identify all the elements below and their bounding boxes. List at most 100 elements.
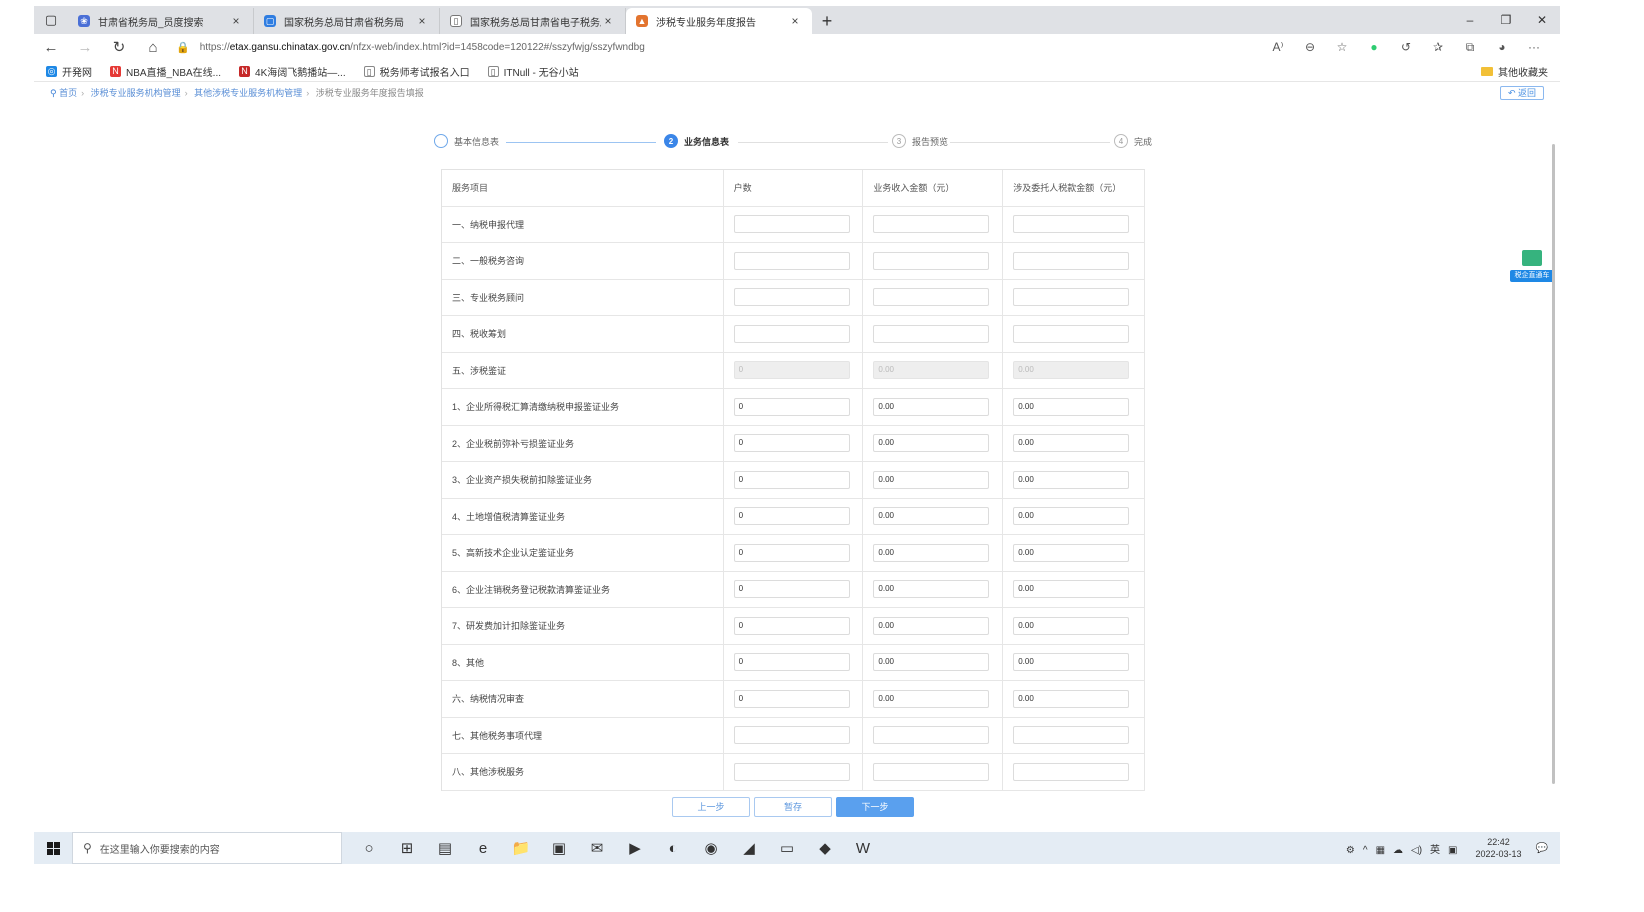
households-input[interactable]: 0 [733,616,850,635]
taskbar-app-icon[interactable]: ◐ [654,832,692,864]
breadcrumb-home[interactable]: 首页 [59,88,77,98]
taskbar-search[interactable]: ⚲ 在这里输入你要搜索的内容 [72,832,342,864]
revenue-input[interactable] [873,215,990,234]
close-icon[interactable]: × [601,14,615,28]
tray-icon[interactable]: ⚙ [1346,845,1355,856]
tax-amount-input[interactable]: 0.00 [1013,543,1130,562]
taskbar-app-icon[interactable]: e [464,832,502,864]
households-input[interactable] [733,251,850,270]
bookmark-1[interactable]: ◎ 开発网 [46,64,92,79]
restore-button[interactable]: ❐ [1488,6,1524,34]
households-input[interactable]: 0 [733,580,850,599]
tray-icon[interactable]: 英 [1430,845,1440,856]
more-icon[interactable]: ··· [1518,40,1550,54]
revenue-input[interactable] [873,288,990,307]
bookmark-4[interactable]: ▯ 税务师考试报名入口 [363,64,470,79]
read-aloud-icon[interactable]: A⁾ [1262,40,1294,54]
tray-icon[interactable]: ^ [1363,845,1368,856]
tab-1[interactable]: ❀ 甘肃省税务局_员度搜索 × [68,8,254,34]
revenue-input[interactable] [873,324,990,343]
tray-icon[interactable]: ☁ [1393,845,1403,856]
tax-amount-input[interactable]: 0.00 [1013,653,1130,672]
households-input[interactable] [733,215,850,234]
tax-amount-input[interactable]: 0.00 [1013,580,1130,599]
taskbar-app-icon[interactable]: ▤ [426,832,464,864]
taskbar-app-icon[interactable]: ▣ [540,832,578,864]
tab-2[interactable]: ▢ 国家税务总局甘肃省税务局 × [254,8,440,34]
tray-icon[interactable]: ▣ [1448,845,1457,856]
households-input[interactable]: 0 [733,653,850,672]
revenue-input[interactable]: 0.00 [873,434,990,453]
households-input[interactable]: 0 [733,543,850,562]
tab-3[interactable]: ▯ 国家税务总局甘肃省电子税务局 × [440,8,626,34]
bookmark-2[interactable]: N NBA直播_NBA在线... [110,64,221,79]
close-window-button[interactable]: ✕ [1524,6,1560,34]
tray-icon[interactable]: ◁) [1411,845,1422,856]
taskbar-app-icon[interactable]: ◢ [730,832,768,864]
minimize-button[interactable]: – [1452,6,1488,34]
bookmark-3[interactable]: N 4K海阔飞鹅播站—... [239,64,346,79]
tax-amount-input[interactable] [1013,726,1130,745]
tax-amount-input[interactable] [1013,215,1130,234]
back-arrow-icon[interactable]: ← [34,39,68,56]
tax-amount-input[interactable]: 0.00 [1013,616,1130,635]
households-input[interactable] [733,288,850,307]
close-icon[interactable]: × [788,14,802,28]
forward-arrow-icon[interactable]: → [68,39,102,56]
taskbar-app-icon[interactable]: ▶ [616,832,654,864]
profile-icon[interactable]: ◕ [1486,40,1518,54]
taskbar-app-icon[interactable]: W [844,832,882,864]
extension-icon[interactable]: ● [1358,40,1390,54]
households-input[interactable]: 0 [733,434,850,453]
refresh-extension-icon[interactable]: ↺ [1390,40,1422,54]
tax-amount-input[interactable] [1013,324,1130,343]
tray-icon[interactable]: ▦ [1376,845,1385,856]
taskbar-app-icon[interactable]: ✉ [578,832,616,864]
notification-icon[interactable]: 💬 [1536,843,1548,854]
tax-amount-input[interactable]: 0.00 [1013,470,1130,489]
tab-actions-button[interactable]: ▢ [34,6,68,34]
revenue-input[interactable] [873,726,990,745]
float-service-widget[interactable]: 税企直通车 [1510,250,1554,284]
revenue-input[interactable]: 0.00 [873,507,990,526]
taskbar-app-icon[interactable]: ◆ [806,832,844,864]
bookmark-5[interactable]: ▯ ITNull - 无谷小站 [487,64,579,79]
tax-amount-input[interactable]: 0.00 [1013,689,1130,708]
taskbar-app-icon[interactable]: 📁 [502,832,540,864]
collections-icon[interactable]: ⧉ [1454,40,1486,55]
households-input[interactable] [733,726,850,745]
taskbar-app-icon[interactable]: ⊞ [388,832,426,864]
breadcrumb-item[interactable]: 其他涉税专业服务机构管理 [194,88,302,98]
zoom-icon[interactable]: ⊖ [1294,40,1326,54]
breadcrumb-item[interactable]: 涉税专业服务机构管理 [91,88,181,98]
households-input[interactable]: 0 [733,507,850,526]
tax-amount-input[interactable] [1013,251,1130,270]
revenue-input[interactable]: 0.00 [873,470,990,489]
reload-icon[interactable]: ↻ [102,38,136,56]
households-input[interactable] [733,324,850,343]
households-input[interactable]: 0 [733,689,850,708]
close-icon[interactable]: × [415,14,429,28]
households-input[interactable] [733,762,850,781]
new-tab-button[interactable]: + [812,8,842,34]
households-input[interactable]: 0 [733,397,850,416]
other-bookmarks[interactable]: 其他收藏夹 [1481,64,1548,79]
taskbar-app-icon[interactable]: ○ [350,832,388,864]
tax-amount-input[interactable]: 0.00 [1013,397,1130,416]
close-icon[interactable]: × [229,14,243,28]
revenue-input[interactable]: 0.00 [873,653,990,672]
next-step-button[interactable]: 下一步 [836,797,914,817]
start-button[interactable] [34,832,72,864]
address-bar[interactable]: 🔒 https:// etax.gansu.chinatax.gov.cn /n… [170,41,1262,54]
favorite-add-icon[interactable]: ☆ [1326,40,1358,54]
revenue-input[interactable]: 0.00 [873,543,990,562]
tab-4[interactable]: ▲ 涉税专业服务年度报告 × [626,8,812,34]
revenue-input[interactable] [873,762,990,781]
save-draft-button[interactable]: 暂存 [754,797,832,817]
return-button[interactable]: ↶ 返回 [1500,86,1544,100]
clock[interactable]: 22:42 2022-03-13 [1476,836,1522,860]
tax-amount-input[interactable]: 0.00 [1013,434,1130,453]
taskbar-app-icon[interactable]: ◉ [692,832,730,864]
vertical-scrollbar[interactable] [1552,144,1555,784]
favorites-icon[interactable]: ✰ [1422,40,1454,54]
